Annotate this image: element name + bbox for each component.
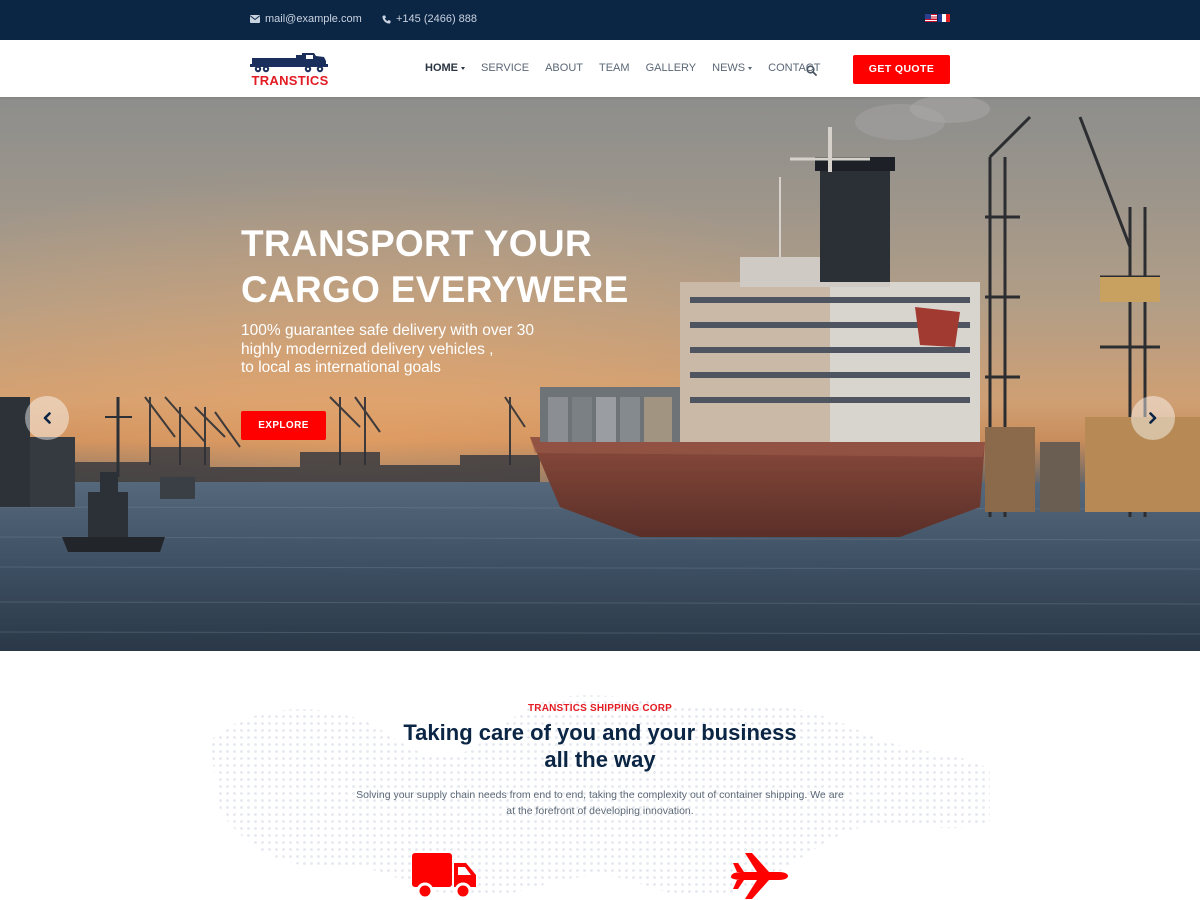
description-line: Solving your supply chain needs from end…	[356, 789, 844, 801]
hero-subtitle: 100% guarantee safe delivery with over 3…	[241, 322, 534, 378]
nav-item-home[interactable]: HOME	[425, 62, 465, 74]
nav-label: TEAM	[599, 62, 630, 74]
language-switcher	[925, 14, 950, 22]
section-description: Solving your supply chain needs from end…	[0, 787, 1200, 819]
main-navbar: TRANSTICS HOME SERVICE ABOUT TEAM GALLER…	[0, 40, 1200, 97]
intro-section: TRANSTICS SHIPPING CORP Taking care of y…	[0, 651, 1200, 900]
nav-item-service[interactable]: SERVICE	[481, 62, 529, 74]
brand-name: TRANSTICS	[251, 73, 329, 88]
headline-line: Taking care of you and your business	[403, 720, 797, 745]
hero-title: TRANSPORT YOUR CARGO EVERYWERE	[241, 221, 629, 313]
hero-subtitle-line: to local as international goals	[241, 359, 441, 376]
nav-label: NEWS	[712, 62, 746, 74]
slider-next-button[interactable]	[1131, 396, 1175, 440]
truck-logo-icon	[250, 53, 328, 73]
section-eyebrow: TRANSTICS SHIPPING CORP	[527, 703, 673, 714]
headline-line: all the way	[544, 747, 656, 772]
nav-label: SERVICE	[481, 62, 530, 74]
email-contact[interactable]: mail@example.com	[250, 13, 362, 25]
brand-logo[interactable]: TRANSTICS	[250, 49, 330, 89]
en-flag-icon[interactable]	[925, 14, 937, 22]
nav-label: GALLERY	[645, 62, 697, 74]
hero-subtitle-line: highly modernized delivery vehicles ,	[241, 340, 494, 358]
nav-item-about[interactable]: ABOUT	[545, 62, 583, 74]
hero-slider: TRANSPORT YOUR CARGO EVERYWERE 100% guar…	[0, 97, 1200, 651]
fr-flag-icon[interactable]	[938, 14, 950, 22]
search-icon	[806, 65, 817, 76]
phone-contact[interactable]: +145 (2466) 888	[382, 13, 477, 25]
hero-title-line: CARGO EVERYWERE	[241, 269, 629, 310]
chevron-left-icon	[43, 412, 51, 424]
phone-text: +145 (2466) 888	[396, 13, 478, 25]
email-text: mail@example.com	[265, 13, 362, 25]
nav-item-team[interactable]: TEAM	[599, 62, 630, 74]
slider-prev-button[interactable]	[25, 396, 69, 440]
primary-nav: HOME SERVICE ABOUT TEAM GALLERY NEWS CON…	[425, 62, 836, 74]
nav-label: ABOUT	[545, 62, 583, 74]
hero-background-image	[0, 97, 1200, 651]
get-quote-button[interactable]: GET QUOTE	[853, 55, 950, 84]
airplane-icon	[731, 853, 788, 899]
explore-button[interactable]: EXPLORE	[241, 411, 326, 440]
section-headline: Taking care of you and your business all…	[0, 719, 1200, 773]
caret-down-icon	[461, 66, 465, 70]
nav-label: HOME	[425, 62, 458, 74]
nav-item-news[interactable]: NEWS	[712, 62, 753, 74]
phone-icon	[382, 14, 391, 24]
envelope-icon	[250, 15, 260, 23]
nav-item-gallery[interactable]: GALLERY	[646, 62, 697, 74]
hero-title-line: TRANSPORT YOUR	[241, 223, 592, 264]
description-line: at the forefront of developing innovatio…	[506, 805, 694, 817]
search-button[interactable]	[806, 63, 817, 81]
caret-down-icon	[748, 66, 753, 70]
truck-icon	[412, 853, 476, 900]
hero-subtitle-line: 100% guarantee safe delivery with over 3…	[241, 322, 534, 339]
chevron-right-icon	[1149, 412, 1157, 424]
top-bar: mail@example.com +145 (2466) 888	[0, 0, 1200, 40]
